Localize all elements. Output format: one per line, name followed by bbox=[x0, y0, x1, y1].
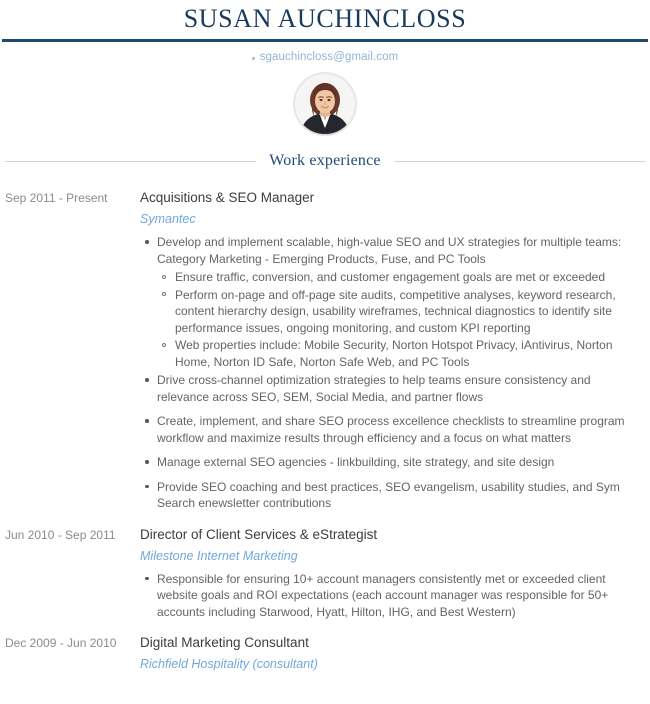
job-subbullet-text: Web properties include: Mobile Security,… bbox=[175, 338, 613, 369]
profile-photo-wrapper bbox=[0, 73, 650, 135]
page-title: SUSAN AUCHINCLOSS bbox=[183, 4, 467, 33]
job-subbullet-text: Ensure traffic, conversion, and customer… bbox=[175, 270, 606, 284]
bullet-dot-icon bbox=[145, 484, 149, 488]
job-bullet-text: Provide SEO coaching and best practices,… bbox=[157, 479, 620, 511]
work-experience-list: Sep 2011 - Present Acquisitions & SEO Man… bbox=[0, 189, 650, 673]
resume-header: SUSAN AUCHINCLOSS bbox=[0, 0, 650, 42]
contact-row: sgauchincloss@gmail.com bbox=[0, 51, 650, 63]
job-subbullet-list: Ensure traffic, conversion, and customer… bbox=[157, 269, 642, 370]
job-subbullet: Web properties include: Mobile Security,… bbox=[157, 337, 642, 370]
job-bullet: Provide SEO coaching and best practices,… bbox=[140, 479, 642, 512]
job-bullet: Develop and implement scalable, high-val… bbox=[140, 234, 642, 370]
job-subbullet: Perform on-page and off-page site audits… bbox=[157, 287, 642, 337]
section-line-right bbox=[393, 160, 645, 162]
job-title: Acquisitions & SEO Manager bbox=[140, 190, 315, 205]
header-divider bbox=[2, 39, 648, 42]
job-subbullet-text: Perform on-page and off-page site audits… bbox=[175, 287, 616, 335]
section-header-work-experience: Work experience bbox=[5, 152, 645, 170]
bullet-dot-icon bbox=[145, 378, 149, 382]
job-dates: Dec 2009 - Jun 2010 bbox=[5, 636, 117, 650]
job-entry: Jun 2010 - Sep 2011 Director of Client Se… bbox=[0, 526, 650, 621]
profile-photo-avatar bbox=[294, 73, 356, 135]
bullet-circle-icon bbox=[162, 342, 166, 347]
job-bullet-text: Create, implement, and share SEO process… bbox=[157, 414, 625, 445]
job-details: Director of Client Services & eStrategis… bbox=[140, 526, 650, 621]
bullet-dot-icon bbox=[145, 240, 149, 244]
job-bullet-list: Develop and implement scalable, high-val… bbox=[140, 234, 642, 512]
job-bullet: Create, implement, and share SEO process… bbox=[140, 413, 642, 446]
job-dates: Jun 2010 - Sep 2011 bbox=[5, 527, 116, 542]
job-bullet-text: Manage external SEO agencies - linkbuild… bbox=[157, 455, 555, 469]
job-entry: Sep 2011 - Present Acquisitions & SEO Man… bbox=[0, 189, 650, 512]
bullet-circle-icon bbox=[162, 274, 166, 279]
job-company: Milestone Internet Marketing bbox=[140, 548, 298, 563]
job-entry: Dec 2009 - Jun 2010 Digital Marketing Con… bbox=[0, 634, 650, 673]
job-dates: Sep 2011 - Present bbox=[5, 191, 108, 205]
bullet-circle-icon bbox=[162, 292, 166, 296]
job-bullet-list: Responsible for ensuring 10+ account man… bbox=[140, 571, 642, 621]
job-bullet-text: Responsible for ensuring 10+ account man… bbox=[157, 571, 609, 619]
email-link[interactable]: sgauchincloss@gmail.com bbox=[260, 51, 399, 63]
job-title: Digital Marketing Consultant bbox=[140, 635, 309, 650]
job-bullet: Manage external SEO agencies - linkbuild… bbox=[140, 454, 642, 471]
job-details: Acquisitions & SEO Manager Symantec Develo… bbox=[140, 189, 650, 512]
section-title: Work experience bbox=[269, 152, 381, 169]
job-bullet-text: Drive cross-channel optimization strateg… bbox=[157, 373, 591, 404]
job-title: Director of Client Services & eStrategis… bbox=[140, 526, 378, 542]
job-subbullet: Ensure traffic, conversion, and customer… bbox=[157, 269, 642, 286]
job-bullet: Responsible for ensuring 10+ account man… bbox=[140, 571, 642, 621]
job-company: Symantec bbox=[140, 212, 196, 226]
job-company: Richfield Hospitality (consultant) bbox=[140, 657, 318, 671]
bullet-dot-icon bbox=[145, 460, 149, 464]
section-line-left bbox=[5, 160, 257, 162]
square-bullet-icon bbox=[251, 56, 255, 60]
bullet-dot-icon bbox=[145, 576, 149, 580]
bullet-dot-icon bbox=[145, 419, 149, 423]
job-bullet-text: Develop and implement scalable, high-val… bbox=[157, 235, 622, 266]
avatar bbox=[294, 73, 356, 135]
job-bullet: Drive cross-channel optimization strateg… bbox=[140, 372, 642, 405]
job-details: Digital Marketing Consultant Richfield Ho… bbox=[140, 634, 650, 673]
